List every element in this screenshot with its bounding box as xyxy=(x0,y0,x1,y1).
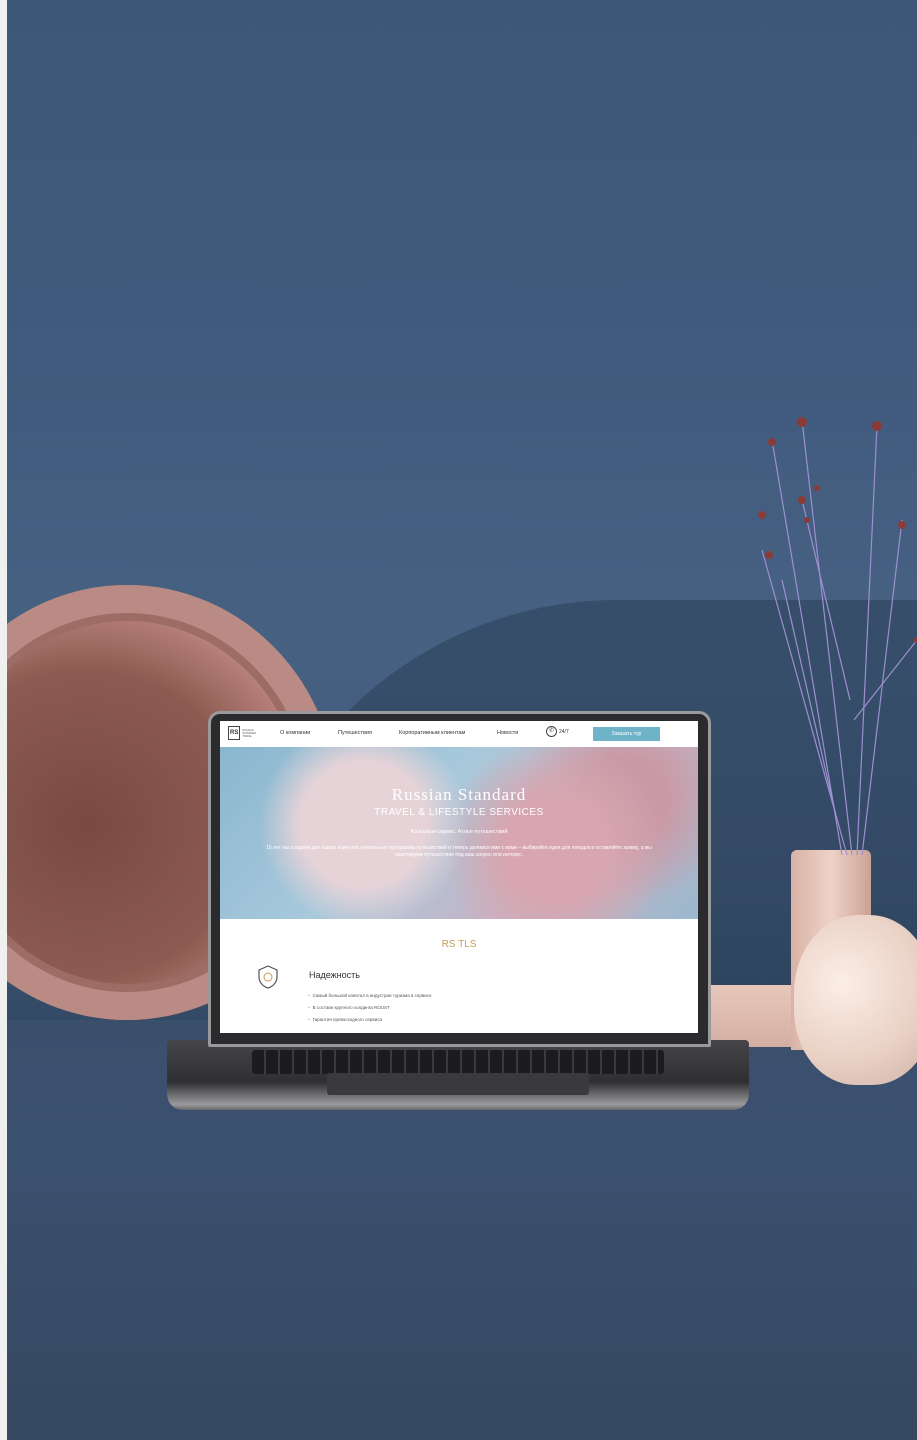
round-vase xyxy=(794,915,917,1085)
hero-description: 15 лет мы создаем для наших клиентов уни… xyxy=(266,845,652,858)
hero-title: Russian Standard xyxy=(391,785,527,804)
list-item: В составе крупного холдинга ROUST xyxy=(308,1005,432,1010)
dried-flowers xyxy=(758,417,917,856)
hero-tagline: Консьерж-сервис. Атлье путешествий xyxy=(410,829,508,835)
phone-icon: ✆ xyxy=(546,726,557,737)
logo-mark: RS xyxy=(228,726,241,740)
site-logo[interactable]: RS RUSSIAN STANDARD TRAVEL xyxy=(228,726,256,740)
nav-link-about[interactable]: О компании xyxy=(280,730,310,736)
nav-link-travel[interactable]: Путешествия xyxy=(338,730,372,736)
section-brand: RS TLS xyxy=(441,939,477,950)
phone-label: 24/7 xyxy=(559,728,569,735)
list-item: Гарантия превосходного сервиса xyxy=(308,1017,432,1022)
list-item: Самый большой капитал в индустрии туризм… xyxy=(308,993,432,998)
laptop-base xyxy=(167,1040,749,1110)
logo-text: RUSSIAN STANDARD TRAVEL xyxy=(242,728,257,738)
order-tour-button[interactable]: Заказать тур xyxy=(593,727,660,741)
shield-icon xyxy=(258,965,278,989)
photo-scene: RS RUSSIAN STANDARD TRAVEL О компании Пу… xyxy=(7,0,917,1440)
laptop-trackpad xyxy=(327,1073,589,1095)
laptop-lid: RS RUSSIAN STANDARD TRAVEL О компании Пу… xyxy=(208,711,711,1047)
laptop-screen: RS RUSSIAN STANDARD TRAVEL О компании Пу… xyxy=(220,721,698,1033)
hero-banner: Russian Standard TRAVEL & LIFESTYLE SERV… xyxy=(220,747,698,919)
laptop-keyboard xyxy=(252,1050,664,1074)
hero-subtitle: TRAVEL & LIFESTYLE SERVICES xyxy=(374,807,544,818)
nav-link-news[interactable]: Новости xyxy=(497,730,518,736)
site-navbar: RS RUSSIAN STANDARD TRAVEL О компании Пу… xyxy=(220,721,698,747)
nav-link-corporate[interactable]: Корпоративным клиентам xyxy=(399,730,465,736)
feature-title: Надежность xyxy=(309,970,360,980)
feature-list: Самый большой капитал в индустрии туризм… xyxy=(308,993,432,1029)
phone-contact[interactable]: ✆ 24/7 xyxy=(546,726,569,737)
